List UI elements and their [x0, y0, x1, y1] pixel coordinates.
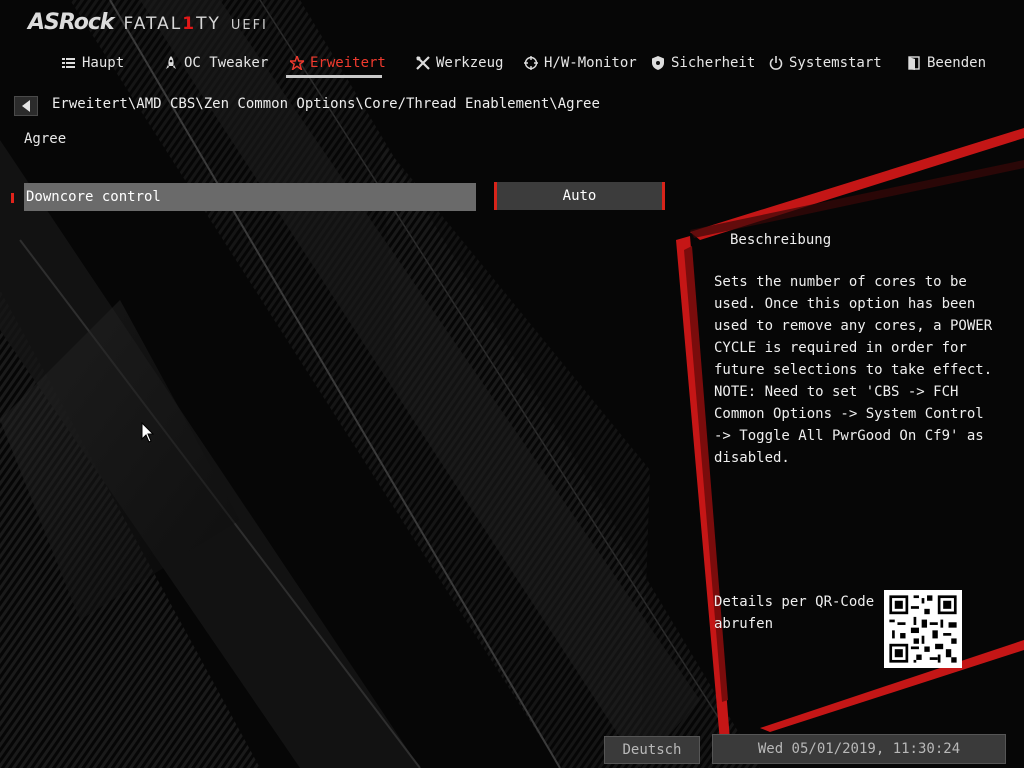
- crosshair-icon: [524, 56, 538, 70]
- tab-systemstart[interactable]: Systemstart: [769, 50, 882, 76]
- qr-code-label: Details per QR-Code abrufen: [714, 594, 875, 632]
- setting-downcore-control[interactable]: Downcore control: [24, 183, 476, 211]
- back-button[interactable]: [14, 96, 38, 116]
- tools-icon: [416, 56, 430, 70]
- main-nav: Haupt OC Tweaker Erweitert Werkzeug H/W-…: [0, 50, 1024, 76]
- power-icon: [769, 56, 783, 70]
- tab-oc-tweaker[interactable]: OC Tweaker: [164, 50, 268, 76]
- language-button[interactable]: Deutsch: [604, 736, 700, 764]
- tab-beenden[interactable]: Beenden: [907, 50, 986, 76]
- date-time-display: Wed 05/01/2019, 11:30:24: [712, 734, 1006, 764]
- star-icon: [290, 56, 304, 70]
- back-arrow-icon: [22, 100, 30, 112]
- tab-erweitert[interactable]: Erweitert: [290, 50, 386, 76]
- uefi-label: UEFI: [230, 18, 268, 33]
- tab-werkzeug[interactable]: Werkzeug: [416, 50, 503, 76]
- active-tab-underline: [286, 75, 382, 78]
- product-name: FATAL1TY: [123, 14, 221, 34]
- mouse-cursor-icon: [141, 422, 155, 443]
- setting-downcore-control-value[interactable]: Auto: [494, 182, 665, 210]
- rocket-icon: [166, 56, 176, 69]
- shield-icon: [652, 56, 664, 70]
- list-icon: [62, 58, 75, 68]
- breadcrumb: Erweitert\AMD CBS\Zen Common Options\Cor…: [52, 96, 600, 112]
- exit-door-icon: [908, 56, 920, 70]
- asrock-logo: ASRock FATAL1TY UEFI: [28, 10, 268, 36]
- selected-row-marker: [11, 193, 14, 203]
- page-title: Agree: [24, 131, 67, 147]
- qr-code-icon: [884, 590, 962, 668]
- tab-sicherheit[interactable]: Sicherheit: [651, 50, 755, 76]
- tab-haupt[interactable]: Haupt: [62, 50, 124, 76]
- tab-hw-monitor[interactable]: H/W-Monitor: [524, 50, 637, 76]
- description-body: Sets the number of cores to be used. Onc…: [714, 274, 993, 466]
- brand-name: ASRock: [28, 10, 115, 35]
- description-title: Beschreibung: [730, 232, 832, 248]
